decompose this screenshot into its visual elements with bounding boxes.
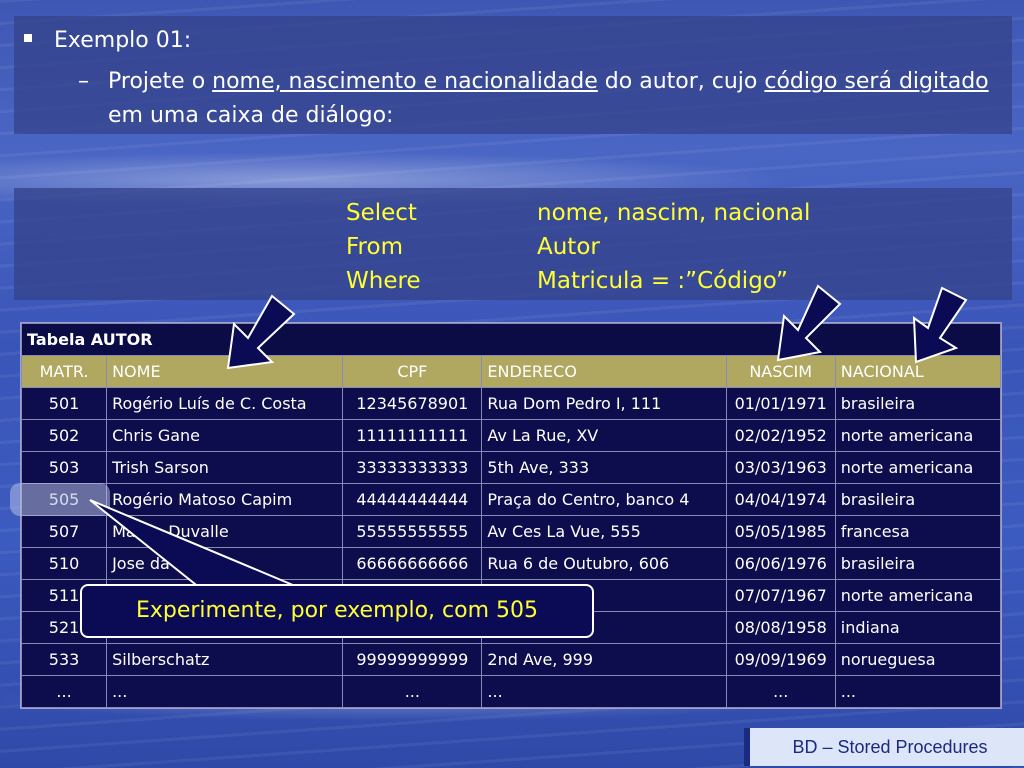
table-cell: ... xyxy=(342,675,483,708)
table-cell: 66666666666 xyxy=(342,547,483,580)
table-cell: 510 xyxy=(20,547,108,580)
table-cell: Jose da Silva xyxy=(106,547,344,580)
table-cell: 02/02/1952 xyxy=(725,419,836,452)
table-row: 505Rogério Matoso Capim44444444444Praça … xyxy=(20,483,1002,516)
table-cell: 12345678901 xyxy=(342,387,483,420)
table-title: Tabela AUTOR xyxy=(21,323,1001,356)
table-row: 507 Martin Duvalle 55555555555 Av Ces La Vu… xyxy=(20,515,1002,548)
table-row: 533 Silberschatz 99999999999 2nd Ave, 999 09… xyxy=(20,643,1002,676)
table-cell: brasileira xyxy=(834,547,1002,580)
table-cell: 33333333333 xyxy=(342,451,483,484)
table-cell: 09/09/1969 xyxy=(725,643,836,676)
table-cell: 502 xyxy=(20,419,108,452)
table-cell: Chris Gane xyxy=(106,419,344,452)
table-cell: francesa xyxy=(834,515,1002,548)
sql-panel xyxy=(14,188,1012,300)
column-header: MATR. xyxy=(20,355,108,388)
table-cell: Rogério Matoso Capim xyxy=(106,483,344,516)
table-row: 502 Chris Gane 11111111111 Av La Rue, XV 02/… xyxy=(20,419,1002,452)
table-row: 503 Trish Sarson 33333333333 5th Ave, 333 03… xyxy=(20,451,1002,484)
bullet-text-underlined-fields: nome, nascimento e nacionalidade xyxy=(212,69,598,94)
sql-select-keyword: Select xyxy=(346,200,417,226)
table-cell: 11111111111 xyxy=(342,419,483,452)
bullet-level1-text: Exemplo 01: xyxy=(54,28,192,53)
table-cell: Rua Dom Pedro I, 111 xyxy=(481,387,727,420)
table-cell: 55555555555 xyxy=(342,515,483,548)
table-cell: 08/08/1958 xyxy=(725,611,836,644)
table-cell: ... xyxy=(725,675,836,708)
bullet-text-part: Projete o xyxy=(108,69,213,94)
bullet-level1: Exemplo 01: xyxy=(24,28,191,53)
column-header: ENDERECO xyxy=(481,355,727,388)
table-cell: 07/07/1967 xyxy=(725,579,836,612)
sql-where-value: Matricula = :”Código” xyxy=(537,268,788,294)
table-cell: ... xyxy=(106,675,344,708)
table-cell: 99999999999 xyxy=(342,643,483,676)
sql-select-value: nome, nascim, nacional xyxy=(537,200,811,226)
row-505-highlight xyxy=(10,483,110,516)
table-cell: norte americana xyxy=(834,419,1002,452)
table-cell: 5th Ave, 333 xyxy=(481,451,727,484)
bullet-text-part: em uma caixa de diálogo: xyxy=(108,103,394,128)
table-cell: ... xyxy=(834,675,1002,708)
sql-from-value: Autor xyxy=(537,234,600,260)
column-header: NASCIM xyxy=(725,355,836,388)
column-header: NACIONAL xyxy=(834,355,1002,388)
table-row: 501 Rogério Luís de C. Costa 12345678901 Ru… xyxy=(20,387,1002,420)
table-cell: norte americana xyxy=(834,451,1002,484)
table-cell: 501 xyxy=(20,387,108,420)
table-cell: Av La Rue, XV xyxy=(481,419,727,452)
table-cell: 01/01/1971 xyxy=(725,387,836,420)
callout-hint: Experimente, por exemplo, com 505 xyxy=(80,584,594,638)
table-cell: Rogério Luís de C. Costa xyxy=(106,387,344,420)
bullet-level2-text: Projete o nome, nascimento e nacionalida… xyxy=(78,65,1008,133)
table-cell: ... xyxy=(481,675,727,708)
table-cell: 05/05/1985 xyxy=(725,515,836,548)
table-cell: 44444444444 xyxy=(342,483,483,516)
table-cell: Martin Duvalle xyxy=(106,515,344,548)
table-cell: brasileira xyxy=(834,387,1002,420)
table-cell: 2nd Ave, 999 xyxy=(481,643,727,676)
autor-table: Tabela AUTOR MATR. NOME CPF ENDERECO NASCIM N… xyxy=(20,322,1002,709)
table-cell: 03/03/1963 xyxy=(725,451,836,484)
table-cell: 507 xyxy=(20,515,108,548)
table-cell: 533 xyxy=(20,643,108,676)
footer-label: BD – Stored Procedures xyxy=(744,728,1024,766)
square-bullet-icon xyxy=(24,34,32,42)
table-row: 510 Jose da Silva 66666666666 Rua 6 de Outu… xyxy=(20,547,1002,580)
table-cell: ... xyxy=(20,675,108,708)
table-body: 501 Rogério Luís de C. Costa 12345678901 Ru… xyxy=(20,387,1002,708)
table-cell: 06/06/1976 xyxy=(725,547,836,580)
table-cell: Rua 6 de Outubro, 606 xyxy=(481,547,727,580)
table-cell: Praça do Centro, banco 4 xyxy=(481,483,727,516)
sql-from-keyword: From xyxy=(346,234,403,260)
sql-where-keyword: Where xyxy=(346,268,421,294)
table-cell: norueguesa xyxy=(834,643,1002,676)
bullet-text-underlined-code: código será digitado xyxy=(764,69,989,94)
bullet-text-part: do autor, cujo xyxy=(597,69,765,94)
dash-bullet: – xyxy=(78,69,89,94)
table-cell: Av Ces La Vue, 555 xyxy=(481,515,727,548)
table-cell: 04/04/1974 xyxy=(725,483,836,516)
table-header-row: MATR. NOME CPF ENDERECO NASCIM NACIONAL xyxy=(20,355,1002,388)
column-header: NOME xyxy=(106,355,344,388)
table-cell: brasileira xyxy=(834,483,1002,516)
table-cell: norte americana xyxy=(834,579,1002,612)
table-cell: 503 xyxy=(20,451,108,484)
table-cell: indiana xyxy=(834,611,1002,644)
column-header: CPF xyxy=(342,355,483,388)
table-cell: Trish Sarson xyxy=(106,451,344,484)
table-row: .................. xyxy=(20,675,1002,708)
table-cell: Silberschatz xyxy=(106,643,344,676)
bullet-level2: – Projete o nome, nascimento e nacionali… xyxy=(78,65,1008,133)
